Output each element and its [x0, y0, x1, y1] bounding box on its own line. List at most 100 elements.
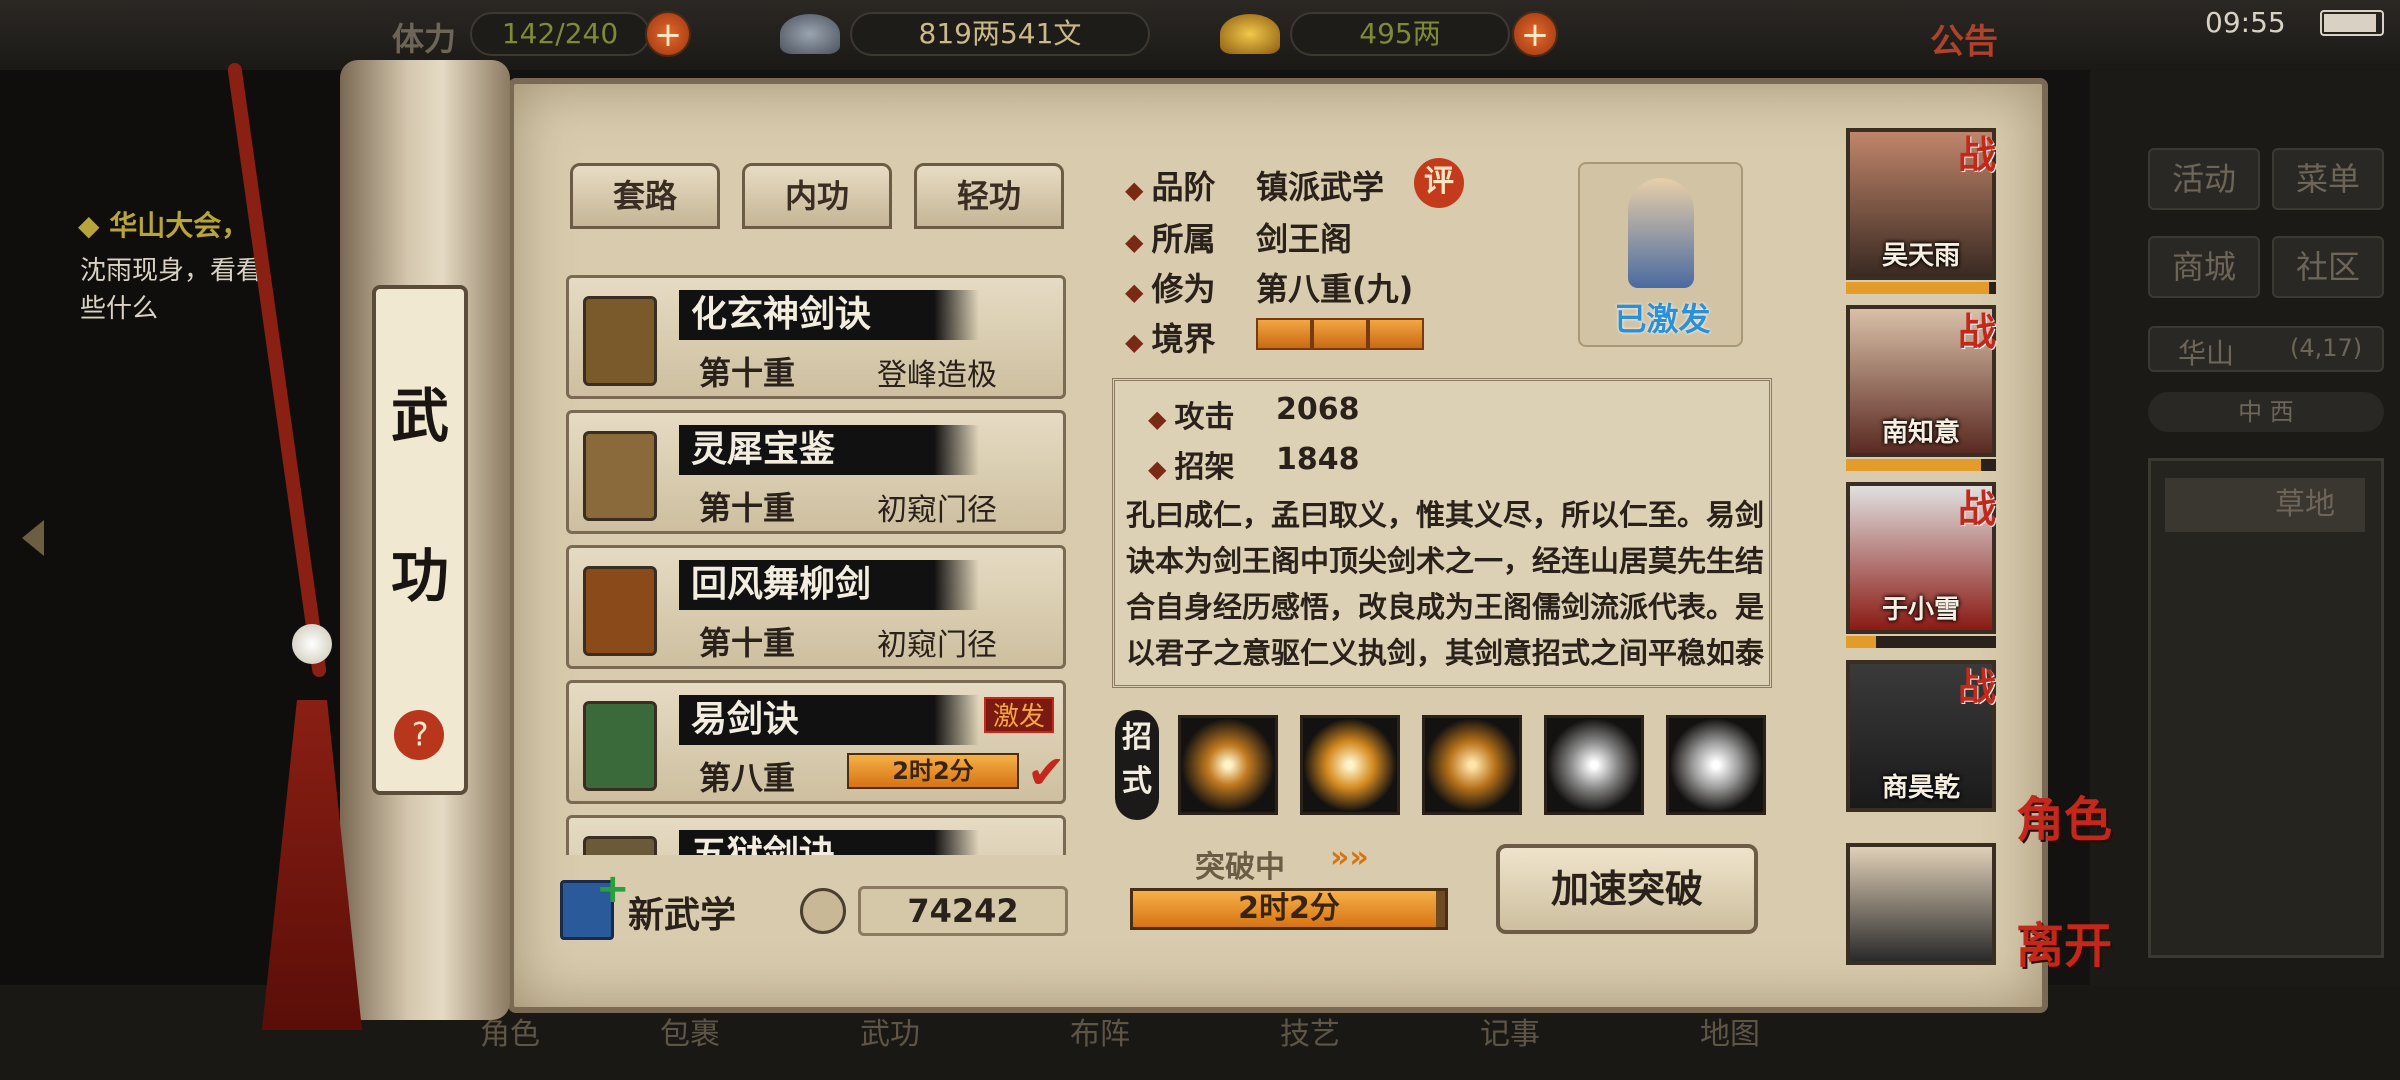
attack-value: 2068	[1276, 392, 1360, 427]
book-icon	[583, 836, 657, 855]
breakthrough-label: 突破中	[1195, 850, 1285, 885]
martial-layer: 第十重	[699, 354, 796, 392]
list-item[interactable]: 五狱剑诀	[566, 815, 1066, 855]
location-name: 华山	[2178, 337, 2235, 370]
leave-button[interactable]: 离开	[2016, 906, 2112, 976]
activated-card[interactable]: 已激发	[1578, 162, 1743, 347]
realm-segment	[1312, 318, 1368, 350]
move-slot-3[interactable]	[1422, 715, 1522, 815]
parry-label: ◆ 招架	[1148, 450, 1235, 485]
diamond-icon: ◆	[1148, 405, 1167, 433]
list-item[interactable]: 灵犀宝鉴 第十重 初窥门径	[566, 410, 1066, 534]
ingot-icon	[780, 14, 840, 54]
map-panel	[2148, 458, 2384, 958]
martial-status: 初窥门径	[877, 628, 997, 663]
diamond-icon: ◆	[1125, 228, 1144, 256]
left-arrow-icon[interactable]	[22, 520, 44, 556]
portrait-name: 吴天雨	[1881, 241, 1960, 271]
battle-marker: 战	[1957, 309, 1996, 354]
book-icon	[583, 431, 657, 521]
level-label: ◆ 修为	[1125, 270, 1216, 308]
portrait-name: 商昊乾	[1881, 773, 1960, 803]
quest-line-2: 沈雨现身，看看	[80, 256, 263, 286]
portrait-wu-tianyu[interactable]: 战 吴天雨	[1846, 128, 1996, 280]
martial-name: 化玄神剑诀	[679, 290, 979, 340]
tab-light-foot[interactable]: 轻功	[914, 163, 1064, 229]
battle-marker: 战	[1957, 664, 1996, 709]
diamond-icon: ◆	[1148, 455, 1167, 483]
martial-layer: 第十重	[699, 489, 796, 527]
list-item[interactable]: 回风舞柳剑 第十重 初窥门径	[566, 545, 1066, 669]
title-char-1: 武	[390, 382, 449, 450]
breakthrough-time: 2时2分	[1238, 891, 1340, 926]
realm-segment	[1256, 318, 1312, 350]
shop-button[interactable]: 商城	[2148, 236, 2260, 298]
monk-figure-icon	[1628, 178, 1694, 288]
moves-label: 招式	[1115, 710, 1159, 820]
quest-line-1[interactable]: ◆ 华山大会，	[78, 204, 249, 244]
speedup-button[interactable]: 加速突破	[1496, 844, 1758, 934]
add-silver-button[interactable]: +	[1512, 11, 1558, 57]
green-book-icon	[583, 701, 657, 791]
silver-display: 495两	[1290, 12, 1510, 56]
title-char-2: 功	[390, 542, 449, 610]
activated-label: 已激发	[1614, 300, 1711, 338]
community-button[interactable]: 社区	[2272, 236, 2384, 298]
xp-bar	[1846, 636, 1996, 648]
clock: 09:55	[2205, 6, 2286, 39]
points-book-icon	[800, 888, 846, 934]
plus-icon: +	[596, 866, 630, 912]
location-coords: (4,17)	[2290, 334, 2363, 362]
diamond-icon: ◆	[1125, 278, 1144, 306]
checkmark-icon: ✔	[1027, 745, 1066, 799]
diamond-icon: ◆	[1125, 176, 1144, 204]
list-item[interactable]: 化玄神剑诀 第十重 登峰造极	[566, 275, 1066, 399]
martial-name: 易剑诀	[679, 695, 979, 745]
menu-button[interactable]: 菜单	[2272, 148, 2384, 210]
portrait-yu-xiaoxue[interactable]: 战 于小雪	[1846, 482, 1996, 634]
realm-label: ◆ 境界	[1125, 320, 1216, 358]
portrait-shang-haoqian[interactable]: 战 商昊乾	[1846, 660, 1996, 812]
move-slot-5[interactable]	[1666, 715, 1766, 815]
terrain-label: 草地	[2165, 478, 2365, 532]
move-slot-4[interactable]	[1544, 715, 1644, 815]
activity-button[interactable]: 活动	[2148, 148, 2260, 210]
xp-bar	[1846, 459, 1996, 471]
battle-marker: 战	[1957, 486, 1996, 531]
martial-list[interactable]: 化玄神剑诀 第十重 登峰造极 灵犀宝鉴 第十重 初窥门径 回风舞柳剑 第十重 初…	[562, 245, 1077, 855]
xp-bar	[1846, 282, 1996, 294]
sect-label: ◆ 所属	[1125, 220, 1216, 258]
add-stamina-button[interactable]: +	[645, 11, 691, 57]
parry-value: 1848	[1276, 442, 1360, 477]
tab-inner-power[interactable]: 内功	[742, 163, 892, 229]
xp-bar-fill	[1846, 636, 1876, 648]
notice-button[interactable]: 公告	[1930, 14, 1998, 63]
tassel-bead	[292, 624, 332, 664]
xp-bar-fill	[1846, 459, 1981, 471]
copper-display: 819两541文	[850, 12, 1150, 56]
evaluate-button[interactable]: 评	[1414, 158, 1464, 208]
compass-bar: 中 西	[2148, 392, 2384, 432]
move-slot-1[interactable]	[1178, 715, 1278, 815]
diamond-icon: ◆	[1125, 328, 1144, 356]
martial-name: 回风舞柳剑	[679, 560, 979, 610]
role-button[interactable]: 角色	[2016, 780, 2112, 850]
list-item-selected[interactable]: 易剑诀 激发 第八重 2时2分 ✔	[566, 680, 1066, 804]
quest-line-3: 些什么	[80, 294, 159, 324]
martial-layer: 第十重	[699, 624, 796, 662]
timer-text: 2时2分	[892, 757, 974, 785]
grade-value: 镇派武学	[1256, 168, 1385, 206]
help-icon: ?	[411, 715, 429, 754]
activated-badge: 激发	[984, 697, 1054, 733]
martial-name: 五狱剑诀	[679, 830, 979, 855]
scroll-book-icon	[583, 566, 657, 656]
new-martial-button[interactable]: 新武学	[628, 886, 736, 938]
move-slot-2[interactable]	[1300, 715, 1400, 815]
portrait-protagonist[interactable]	[1846, 843, 1996, 965]
portrait-name: 南知意	[1881, 418, 1960, 448]
tab-routines[interactable]: 套路	[570, 163, 720, 229]
battle-marker: 战	[1957, 132, 1996, 177]
description-text: 孔曰成仁，孟曰取义，惟其义尽，所以仁至。易剑诀本为剑王阁中顶尖剑术之一，经连山居…	[1126, 498, 1765, 670]
stamina-display: 142/240	[470, 12, 650, 56]
portrait-nan-zhiyi[interactable]: 战 南知意	[1846, 305, 1996, 457]
